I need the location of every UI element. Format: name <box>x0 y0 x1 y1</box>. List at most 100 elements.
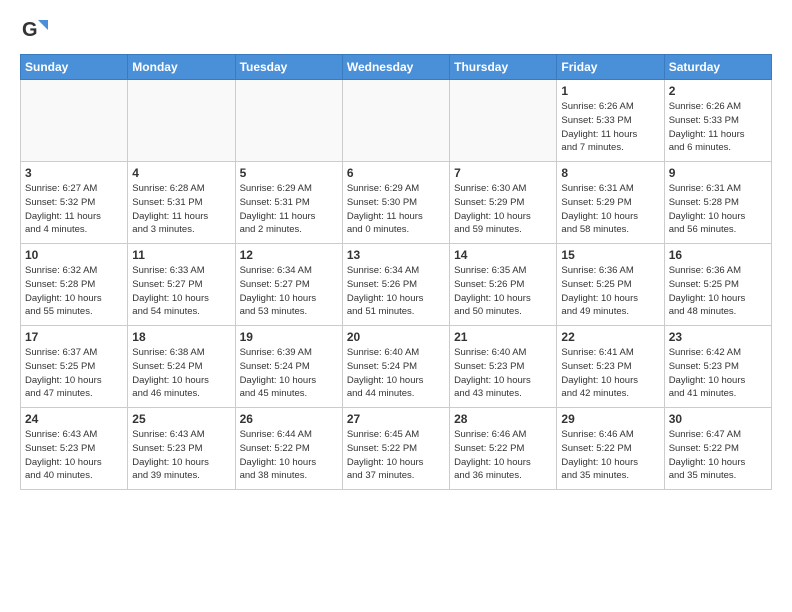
day-info: Sunrise: 6:36 AM Sunset: 5:25 PM Dayligh… <box>561 264 659 319</box>
day-number: 1 <box>561 84 659 98</box>
calendar-cell <box>342 80 449 162</box>
day-number: 21 <box>454 330 552 344</box>
day-info: Sunrise: 6:41 AM Sunset: 5:23 PM Dayligh… <box>561 346 659 401</box>
calendar-cell: 20 Sunrise: 6:40 AM Sunset: 5:24 PM Dayli… <box>342 326 449 408</box>
day-info: Sunrise: 6:26 AM Sunset: 5:33 PM Dayligh… <box>561 100 659 155</box>
weekday-header-saturday: Saturday <box>664 55 771 80</box>
weekday-header-tuesday: Tuesday <box>235 55 342 80</box>
day-number: 8 <box>561 166 659 180</box>
day-info: Sunrise: 6:38 AM Sunset: 5:24 PM Dayligh… <box>132 346 230 401</box>
day-number: 9 <box>669 166 767 180</box>
calendar-cell: 23 Sunrise: 6:42 AM Sunset: 5:23 PM Dayli… <box>664 326 771 408</box>
calendar-cell: 6Sunrise: 6:29 AM Sunset: 5:30 PM Daylig… <box>342 162 449 244</box>
svg-text:G: G <box>22 19 38 41</box>
day-number: 27 <box>347 412 445 426</box>
day-info: Sunrise: 6:39 AM Sunset: 5:24 PM Dayligh… <box>240 346 338 401</box>
calendar-cell: 16 Sunrise: 6:36 AM Sunset: 5:25 PM Dayli… <box>664 244 771 326</box>
day-info: Sunrise: 6:42 AM Sunset: 5:23 PM Dayligh… <box>669 346 767 401</box>
day-number: 23 <box>669 330 767 344</box>
calendar-cell: 8 Sunrise: 6:31 AM Sunset: 5:29 PM Daylig… <box>557 162 664 244</box>
week-row-1: 3 Sunrise: 6:27 AM Sunset: 5:32 PM Daylig… <box>21 162 772 244</box>
day-number: 24 <box>25 412 123 426</box>
calendar-cell: 24 Sunrise: 6:43 AM Sunset: 5:23 PM Dayli… <box>21 408 128 490</box>
day-info: Sunrise: 6:43 AM Sunset: 5:23 PM Dayligh… <box>25 428 123 483</box>
weekday-header-wednesday: Wednesday <box>342 55 449 80</box>
day-number: 16 <box>669 248 767 262</box>
day-info: Sunrise: 6:31 AM Sunset: 5:28 PM Dayligh… <box>669 182 767 237</box>
day-number: 10 <box>25 248 123 262</box>
day-number: 26 <box>240 412 338 426</box>
day-info: Sunrise: 6:26 AM Sunset: 5:33 PM Dayligh… <box>669 100 767 155</box>
week-row-4: 24 Sunrise: 6:43 AM Sunset: 5:23 PM Dayli… <box>21 408 772 490</box>
day-number: 3 <box>25 166 123 180</box>
day-number: 20 <box>347 330 445 344</box>
calendar-cell: 30 Sunrise: 6:47 AM Sunset: 5:22 PM Dayli… <box>664 408 771 490</box>
logo: G <box>20 16 52 44</box>
day-info: Sunrise: 6:44 AM Sunset: 5:22 PM Dayligh… <box>240 428 338 483</box>
calendar-cell <box>21 80 128 162</box>
calendar-cell: 13Sunrise: 6:34 AM Sunset: 5:26 PM Dayli… <box>342 244 449 326</box>
day-info: Sunrise: 6:46 AM Sunset: 5:22 PM Dayligh… <box>561 428 659 483</box>
day-info: Sunrise: 6:32 AM Sunset: 5:28 PM Dayligh… <box>25 264 123 319</box>
week-row-3: 17Sunrise: 6:37 AM Sunset: 5:25 PM Dayli… <box>21 326 772 408</box>
calendar-cell: 29 Sunrise: 6:46 AM Sunset: 5:22 PM Dayli… <box>557 408 664 490</box>
day-info: Sunrise: 6:34 AM Sunset: 5:26 PM Dayligh… <box>347 264 445 319</box>
calendar-cell: 4 Sunrise: 6:28 AM Sunset: 5:31 PM Daylig… <box>128 162 235 244</box>
calendar-cell <box>128 80 235 162</box>
day-number: 18 <box>132 330 230 344</box>
day-number: 28 <box>454 412 552 426</box>
calendar-cell: 11Sunrise: 6:33 AM Sunset: 5:27 PM Dayli… <box>128 244 235 326</box>
day-number: 30 <box>669 412 767 426</box>
calendar-cell: 7Sunrise: 6:30 AM Sunset: 5:29 PM Daylig… <box>450 162 557 244</box>
day-number: 29 <box>561 412 659 426</box>
calendar-cell: 28 Sunrise: 6:46 AM Sunset: 5:22 PM Dayli… <box>450 408 557 490</box>
day-number: 2 <box>669 84 767 98</box>
page: G SundayMondayTuesdayWednesdayThursdayFr… <box>0 0 792 612</box>
day-info: Sunrise: 6:43 AM Sunset: 5:23 PM Dayligh… <box>132 428 230 483</box>
week-row-2: 10 Sunrise: 6:32 AM Sunset: 5:28 PM Dayli… <box>21 244 772 326</box>
day-info: Sunrise: 6:47 AM Sunset: 5:22 PM Dayligh… <box>669 428 767 483</box>
day-info: Sunrise: 6:36 AM Sunset: 5:25 PM Dayligh… <box>669 264 767 319</box>
day-number: 22 <box>561 330 659 344</box>
calendar-cell <box>235 80 342 162</box>
calendar-cell <box>450 80 557 162</box>
calendar-cell: 3 Sunrise: 6:27 AM Sunset: 5:32 PM Daylig… <box>21 162 128 244</box>
header: G <box>20 16 772 44</box>
day-info: Sunrise: 6:46 AM Sunset: 5:22 PM Dayligh… <box>454 428 552 483</box>
day-info: Sunrise: 6:33 AM Sunset: 5:27 PM Dayligh… <box>132 264 230 319</box>
weekday-header-friday: Friday <box>557 55 664 80</box>
day-info: Sunrise: 6:28 AM Sunset: 5:31 PM Dayligh… <box>132 182 230 237</box>
day-number: 7 <box>454 166 552 180</box>
calendar-cell: 27 Sunrise: 6:45 AM Sunset: 5:22 PM Dayli… <box>342 408 449 490</box>
day-number: 4 <box>132 166 230 180</box>
week-row-0: 1 Sunrise: 6:26 AM Sunset: 5:33 PM Daylig… <box>21 80 772 162</box>
day-info: Sunrise: 6:29 AM Sunset: 5:31 PM Dayligh… <box>240 182 338 237</box>
calendar-cell: 21Sunrise: 6:40 AM Sunset: 5:23 PM Dayli… <box>450 326 557 408</box>
day-info: Sunrise: 6:34 AM Sunset: 5:27 PM Dayligh… <box>240 264 338 319</box>
day-number: 15 <box>561 248 659 262</box>
day-info: Sunrise: 6:31 AM Sunset: 5:29 PM Dayligh… <box>561 182 659 237</box>
day-info: Sunrise: 6:40 AM Sunset: 5:24 PM Dayligh… <box>347 346 445 401</box>
day-info: Sunrise: 6:27 AM Sunset: 5:32 PM Dayligh… <box>25 182 123 237</box>
day-number: 14 <box>454 248 552 262</box>
day-number: 12 <box>240 248 338 262</box>
logo-icon: G <box>20 16 48 44</box>
weekday-header-thursday: Thursday <box>450 55 557 80</box>
calendar-cell: 26 Sunrise: 6:44 AM Sunset: 5:22 PM Dayli… <box>235 408 342 490</box>
day-info: Sunrise: 6:29 AM Sunset: 5:30 PM Dayligh… <box>347 182 445 237</box>
weekday-header-monday: Monday <box>128 55 235 80</box>
day-info: Sunrise: 6:37 AM Sunset: 5:25 PM Dayligh… <box>25 346 123 401</box>
day-info: Sunrise: 6:45 AM Sunset: 5:22 PM Dayligh… <box>347 428 445 483</box>
day-number: 19 <box>240 330 338 344</box>
calendar-cell: 9 Sunrise: 6:31 AM Sunset: 5:28 PM Daylig… <box>664 162 771 244</box>
weekday-header-sunday: Sunday <box>21 55 128 80</box>
day-number: 25 <box>132 412 230 426</box>
calendar-cell: 14Sunrise: 6:35 AM Sunset: 5:26 PM Dayli… <box>450 244 557 326</box>
calendar-table: SundayMondayTuesdayWednesdayThursdayFrid… <box>20 54 772 490</box>
calendar-cell: 10 Sunrise: 6:32 AM Sunset: 5:28 PM Dayli… <box>21 244 128 326</box>
calendar-cell: 17Sunrise: 6:37 AM Sunset: 5:25 PM Dayli… <box>21 326 128 408</box>
calendar-cell: 18 Sunrise: 6:38 AM Sunset: 5:24 PM Dayli… <box>128 326 235 408</box>
calendar-cell: 5 Sunrise: 6:29 AM Sunset: 5:31 PM Daylig… <box>235 162 342 244</box>
day-number: 5 <box>240 166 338 180</box>
calendar-cell: 22 Sunrise: 6:41 AM Sunset: 5:23 PM Dayli… <box>557 326 664 408</box>
